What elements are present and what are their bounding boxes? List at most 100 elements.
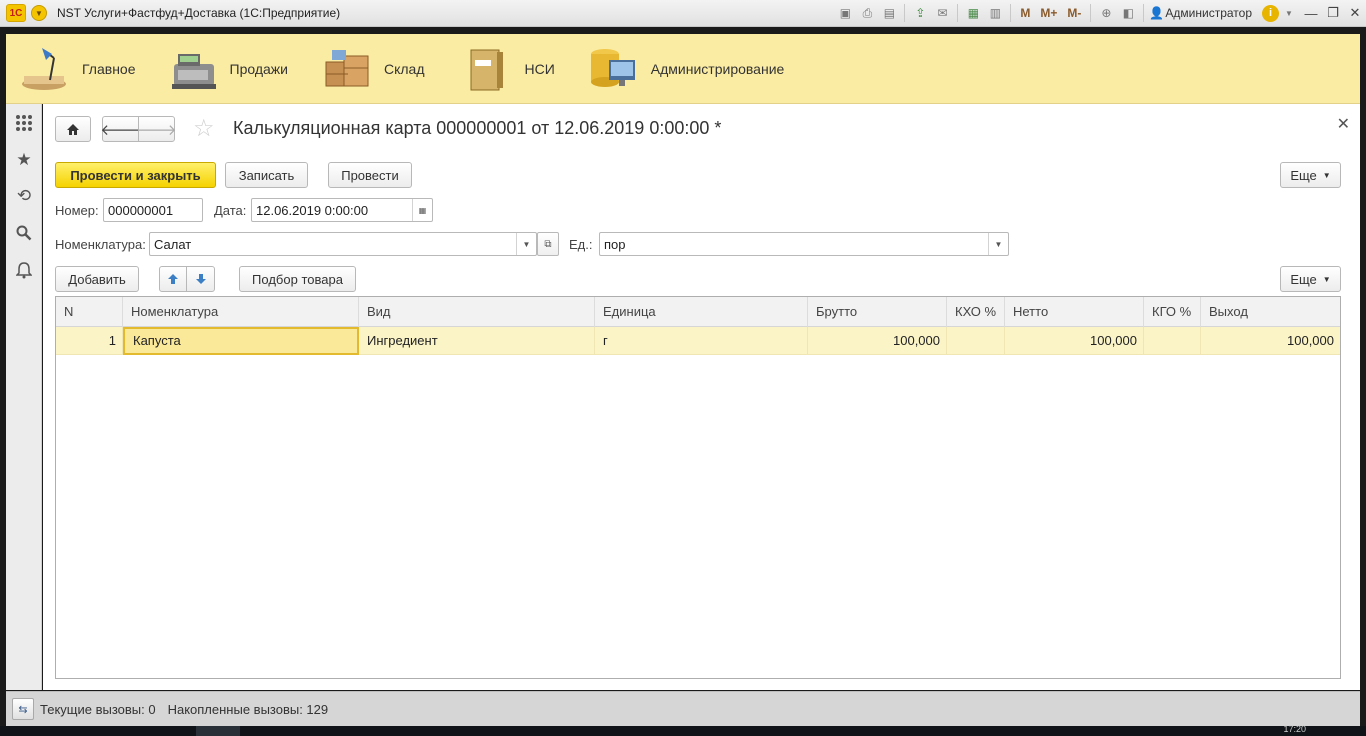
accumulated-calls: Накопленные вызовы: 129: [167, 701, 329, 717]
cell-kgo[interactable]: [1144, 327, 1201, 355]
open-item-button[interactable]: ⧉: [537, 232, 559, 256]
column-header[interactable]: Вид: [359, 297, 595, 327]
calculator-icon[interactable]: ▦: [965, 5, 981, 21]
home-button[interactable]: [55, 116, 91, 142]
memory-minus-button[interactable]: M-: [1067, 6, 1081, 20]
memory-button[interactable]: M: [1020, 6, 1030, 20]
move-up-button[interactable]: [159, 266, 187, 292]
save-button[interactable]: Записать: [225, 162, 308, 188]
section-admin[interactable]: Администрирование: [589, 34, 785, 104]
column-header[interactable]: Выход: [1201, 297, 1340, 327]
zoom-icon[interactable]: ⊕: [1098, 5, 1114, 21]
info-icon[interactable]: i: [1262, 4, 1279, 22]
nomenclature-value: Салат: [154, 236, 192, 252]
column-header[interactable]: КХО %: [947, 297, 1005, 327]
post-and-close-button[interactable]: Провести и закрыть: [55, 162, 216, 188]
column-header[interactable]: Нетто: [1005, 297, 1144, 327]
history-icon[interactable]: ⟲: [13, 185, 35, 207]
column-header[interactable]: N: [56, 297, 123, 327]
user-name[interactable]: Администратор: [1165, 6, 1252, 20]
cell-type[interactable]: Ингредиент: [359, 327, 595, 355]
notifications-bell-icon[interactable]: [13, 259, 35, 281]
table-header: N Номенклатура Вид Единица Брутто КХО % …: [56, 297, 1340, 327]
panels-icon[interactable]: ◧: [1120, 5, 1136, 21]
main-menu-button[interactable]: ▼: [31, 5, 47, 21]
save-icon[interactable]: ▣: [837, 5, 853, 21]
section-label: Главное: [82, 60, 136, 77]
cell-number[interactable]: 1: [56, 327, 123, 355]
user-icon: 👤: [1148, 6, 1164, 20]
home-icon: [67, 123, 79, 135]
crates-icon: [322, 46, 372, 92]
table-more-button[interactable]: Еще ▼: [1280, 266, 1341, 292]
database-monitor-icon: [589, 46, 639, 92]
move-down-button[interactable]: [186, 266, 215, 292]
minimize-button[interactable]: —: [1300, 3, 1322, 23]
taskbar-item[interactable]: [196, 726, 240, 736]
open-link-icon: ⧉: [544, 238, 552, 250]
back-button[interactable]: 🡐: [100, 116, 141, 142]
unit-value: пор: [604, 236, 626, 252]
preview-icon[interactable]: ▤: [881, 5, 897, 21]
column-header[interactable]: Брутто: [808, 297, 947, 327]
arrow-right-icon: 🡒: [136, 121, 177, 139]
cash-register-icon: [168, 46, 218, 92]
arrow-down-icon: [195, 274, 206, 284]
section-nsi[interactable]: НСИ: [463, 34, 555, 104]
unit-field[interactable]: пор ▼: [599, 232, 1009, 256]
column-header[interactable]: КГО %: [1144, 297, 1201, 327]
restore-button[interactable]: ❐: [1322, 3, 1344, 23]
forward-button[interactable]: 🡒: [136, 116, 177, 142]
apps-grid-icon[interactable]: [13, 112, 35, 134]
performance-icon[interactable]: ⇆: [12, 698, 34, 720]
table-row[interactable]: 1 Капуста Ингредиент г 100,000 100,000 1…: [56, 327, 1340, 355]
section-main[interactable]: Главное: [20, 34, 136, 104]
date-field[interactable]: 12.06.2019 0:00:00 ▦: [251, 198, 433, 222]
favorites-star-icon[interactable]: ★: [13, 149, 35, 171]
search-icon[interactable]: [13, 222, 35, 244]
more-button[interactable]: Еще ▼: [1280, 162, 1341, 188]
section-label: Администрирование: [650, 60, 785, 77]
calendar-icon[interactable]: ▦: [412, 199, 432, 221]
window-title: NST Услуги+Фастфуд+Доставка (1С:Предприя…: [57, 6, 341, 20]
pick-goods-button[interactable]: Подбор товара: [239, 266, 356, 292]
cell-gross[interactable]: 100,000: [808, 327, 947, 355]
arrow-up-icon: [168, 274, 178, 284]
1c-logo-icon: 1С: [6, 4, 26, 22]
section-label: Продажи: [229, 60, 288, 77]
ingredients-table[interactable]: N Номенклатура Вид Единица Брутто КХО % …: [55, 296, 1341, 679]
print-icon[interactable]: ⎙: [859, 5, 875, 21]
more-label: Еще: [1290, 167, 1317, 183]
post-button[interactable]: Провести: [328, 162, 412, 188]
close-window-button[interactable]: ✕: [1344, 3, 1366, 23]
cell-net[interactable]: 100,000: [1005, 327, 1144, 355]
column-header[interactable]: Единица: [595, 297, 808, 327]
chevron-down-icon[interactable]: ▼: [516, 233, 536, 255]
section-warehouse[interactable]: Склад: [322, 34, 425, 104]
favorite-star-icon[interactable]: ☆: [193, 114, 215, 143]
column-header[interactable]: Номенклатура: [123, 297, 359, 327]
chevron-down-icon[interactable]: ▼: [988, 233, 1008, 255]
clock: 17:20: [1283, 724, 1306, 734]
cell-output[interactable]: 100,000: [1201, 327, 1340, 355]
left-toolbar: ★ ⟲: [6, 104, 42, 690]
link-icon[interactable]: ⇪: [912, 5, 928, 21]
date-label: Дата:: [214, 203, 247, 218]
add-row-button[interactable]: Добавить: [55, 266, 139, 292]
unit-label: Ед.:: [569, 237, 593, 252]
sections-panel: Главное Продажи Склад НСИ Администрирова…: [6, 34, 1360, 104]
chevron-down-icon[interactable]: ▼: [1281, 5, 1297, 21]
memory-plus-button[interactable]: M+: [1040, 6, 1057, 20]
calendar-icon[interactable]: ▥: [987, 5, 1003, 21]
close-icon[interactable]: ✕: [1337, 114, 1350, 134]
message-icon[interactable]: ✉: [934, 5, 950, 21]
cell-kho[interactable]: [947, 327, 1005, 355]
number-label: Номер:: [55, 203, 99, 218]
section-sales[interactable]: Продажи: [168, 34, 288, 104]
cell-nomenclature[interactable]: Капуста: [123, 327, 359, 355]
nomenclature-field[interactable]: Салат ▼: [149, 232, 537, 256]
arrow-left-icon: 🡐: [100, 121, 141, 139]
cell-unit[interactable]: г: [595, 327, 808, 355]
section-label: НСИ: [524, 60, 555, 77]
number-field[interactable]: 000000001: [103, 198, 203, 222]
